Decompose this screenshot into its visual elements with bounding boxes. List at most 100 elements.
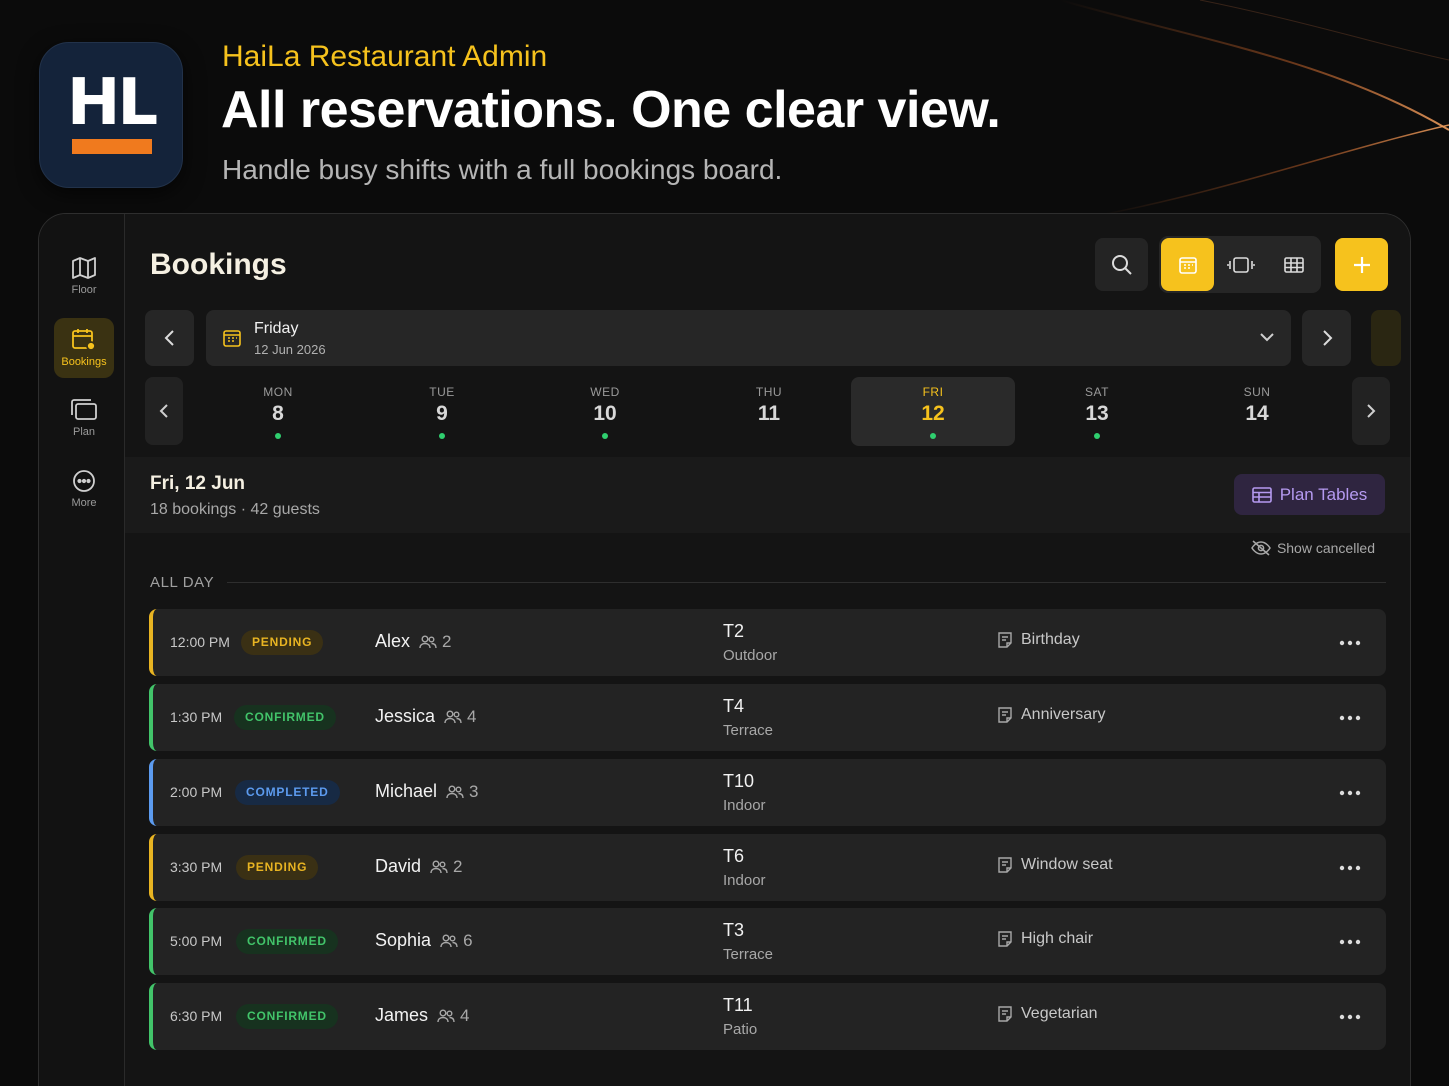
plan-tables-button[interactable]: Plan Tables xyxy=(1234,474,1385,515)
chevron-left-icon xyxy=(159,404,168,418)
more-circle-icon xyxy=(73,470,95,492)
add-booking-button[interactable] xyxy=(1335,238,1388,291)
people-icon xyxy=(440,934,458,947)
note-icon xyxy=(998,931,1012,947)
table-area: Indoor xyxy=(723,872,766,889)
rail-item-floor[interactable]: Floor xyxy=(54,246,114,306)
map-icon xyxy=(72,257,96,279)
booking-note: Window seat xyxy=(997,856,1113,874)
more-options-icon[interactable] xyxy=(1338,781,1362,805)
rail-item-plan[interactable]: Plan xyxy=(54,388,114,448)
table-area: Outdoor xyxy=(723,647,778,664)
guest-name-group: David 2 xyxy=(375,856,463,877)
timeline-icon xyxy=(1226,256,1255,273)
party-size: 4 xyxy=(437,1006,469,1026)
more-options-icon[interactable] xyxy=(1338,856,1362,880)
app-icon-letters: HL xyxy=(66,66,158,140)
party-count: 6 xyxy=(463,930,473,950)
party-count: 3 xyxy=(469,781,479,801)
table-grid-icon xyxy=(1251,486,1272,503)
nav-rail: Floor Bookings Plan More xyxy=(39,214,125,1086)
rail-label: Bookings xyxy=(61,356,107,368)
more-options-icon[interactable] xyxy=(1338,1005,1362,1029)
prev-week-button[interactable] xyxy=(145,377,183,445)
people-icon xyxy=(437,1009,455,1022)
search-button[interactable] xyxy=(1095,238,1148,291)
guest-name: Alex xyxy=(375,631,411,651)
bookings-dot xyxy=(439,433,445,439)
week-day-fri[interactable]: FRI 12 xyxy=(851,377,1015,446)
booking-row[interactable]: 2:00 PM COMPLETED Michael 3 T10 Indoor xyxy=(149,759,1386,826)
booking-time: 1:30 PM xyxy=(170,709,223,725)
summary-date: Fri, 12 Jun xyxy=(150,473,246,494)
bookings-dot xyxy=(602,433,608,439)
grid-view-button[interactable] xyxy=(1267,238,1320,291)
section-label: ALL DAY xyxy=(150,574,215,591)
people-icon xyxy=(419,635,437,648)
prev-day-button[interactable] xyxy=(145,310,194,366)
guest-name-group: Alex 2 xyxy=(375,631,451,652)
week-day-name: WED xyxy=(590,385,620,399)
booking-row[interactable]: 1:30 PM CONFIRMED Jessica 4 T4 Terrace A… xyxy=(149,684,1386,751)
date-picker[interactable]: Friday 12 Jun 2026 xyxy=(206,310,1291,366)
week-day-number: 13 xyxy=(1085,402,1109,425)
booking-row[interactable]: 5:00 PM CONFIRMED Sophia 6 T3 Terrace Hi… xyxy=(149,908,1386,975)
more-options-icon[interactable] xyxy=(1338,631,1362,655)
chevron-right-icon xyxy=(1367,404,1376,418)
guest-name: Sophia xyxy=(375,930,432,950)
week-day-wed[interactable]: WED 10 xyxy=(523,377,687,446)
calendar-view-button[interactable] xyxy=(1161,238,1214,291)
status-badge: PENDING xyxy=(236,855,319,880)
week-day-name: MON xyxy=(263,385,293,399)
more-options-icon[interactable] xyxy=(1338,930,1362,954)
note-text: High chair xyxy=(1021,930,1094,947)
bookings-dot xyxy=(930,433,936,439)
note-icon xyxy=(998,632,1012,648)
show-cancelled-toggle[interactable]: Show cancelled xyxy=(1251,540,1375,556)
timeline-view-button[interactable] xyxy=(1214,238,1267,291)
week-day-thu[interactable]: THU 11 xyxy=(687,377,851,446)
table-area: Patio xyxy=(723,1021,758,1038)
app-icon-bar xyxy=(72,139,152,154)
layers-icon xyxy=(71,399,97,420)
guest-name-group: Sophia 6 xyxy=(375,930,473,951)
headline: All reservations. One clear view. xyxy=(221,81,1001,139)
note-icon xyxy=(998,707,1012,723)
note-text: Window seat xyxy=(1021,856,1113,873)
calendar-icon xyxy=(1178,256,1197,274)
booking-time: 6:30 PM xyxy=(170,1008,223,1024)
booking-row[interactable]: 6:30 PM CONFIRMED James 4 T11 Patio Vege… xyxy=(149,983,1386,1050)
week-day-name: FRI xyxy=(922,385,944,399)
more-options-icon[interactable] xyxy=(1338,706,1362,730)
note-text: Vegetarian xyxy=(1021,1005,1098,1022)
bookings-panel: Bookings Friday 12 Jun 2026 MON 8 TUE 9 … xyxy=(125,214,1410,1086)
party-count: 2 xyxy=(453,856,463,876)
party-size: 2 xyxy=(430,856,463,877)
chevron-left-icon xyxy=(164,330,174,346)
party-size: 6 xyxy=(440,930,473,951)
booking-time: 5:00 PM xyxy=(170,933,223,949)
party-count: 2 xyxy=(442,631,452,651)
next-week-button[interactable] xyxy=(1352,377,1390,445)
rail-item-more[interactable]: More xyxy=(54,459,114,519)
people-icon xyxy=(446,785,464,798)
week-day-tue[interactable]: TUE 9 xyxy=(360,377,524,446)
booking-note: Anniversary xyxy=(997,706,1105,724)
table-area: Indoor xyxy=(723,797,766,814)
page-title: Bookings xyxy=(150,248,287,281)
rail-item-bookings[interactable]: Bookings xyxy=(54,318,114,378)
app-icon: HL xyxy=(39,42,183,188)
status-badge: CONFIRMED xyxy=(236,1004,338,1029)
week-day-number: 12 xyxy=(921,402,945,425)
booking-row[interactable]: 3:30 PM PENDING David 2 T6 Indoor Window… xyxy=(149,834,1386,901)
today-button[interactable] xyxy=(1371,310,1401,366)
week-day-sun[interactable]: SUN 14 xyxy=(1175,377,1339,446)
party-size: 3 xyxy=(446,781,479,802)
booking-row[interactable]: 12:00 PM PENDING Alex 2 T2 Outdoor Birth… xyxy=(149,609,1386,676)
week-day-sat[interactable]: SAT 13 xyxy=(1015,377,1179,446)
table-grid-icon xyxy=(1283,256,1304,273)
next-day-button[interactable] xyxy=(1302,310,1351,366)
booking-time: 3:30 PM xyxy=(170,859,223,875)
date-navigator: Friday 12 Jun 2026 xyxy=(145,310,1401,366)
week-day-mon[interactable]: MON 8 xyxy=(196,377,360,446)
